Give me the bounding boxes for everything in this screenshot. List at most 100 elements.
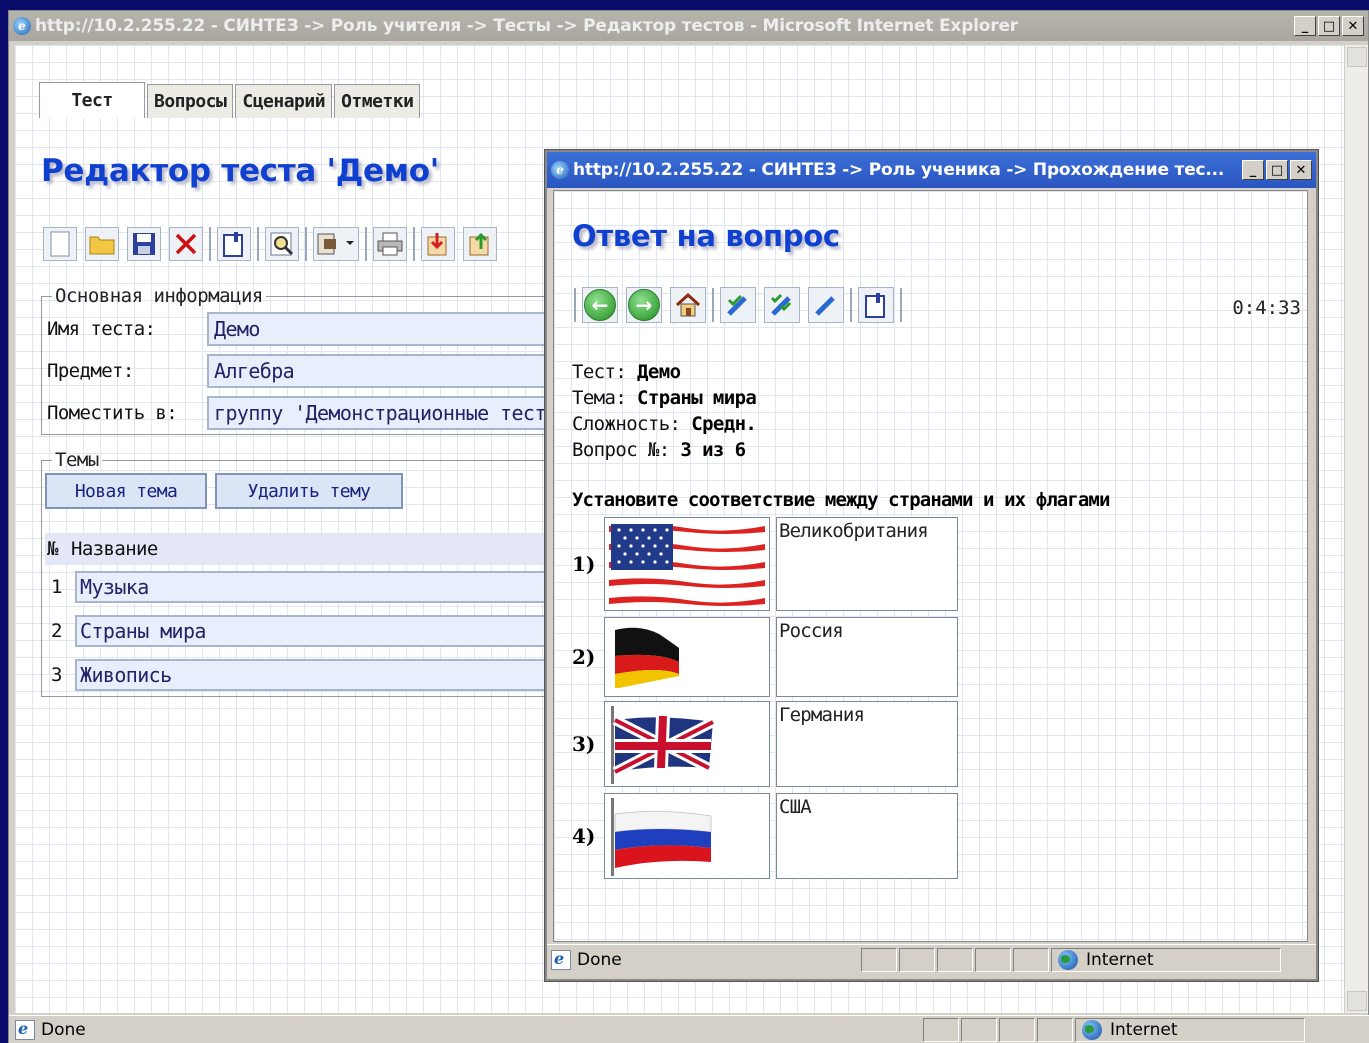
toolbar-separator [257, 227, 259, 261]
place-select[interactable]: группу 'Демонстрационные тест [207, 396, 567, 430]
delete-topic-button[interactable]: Удалить тему [215, 473, 403, 509]
meta-test-value: Демо [637, 361, 681, 383]
answer-cell[interactable]: Германия [776, 701, 958, 787]
meta-question-value: 3 из 6 [680, 439, 746, 461]
subject-select[interactable]: Алгебра [207, 354, 567, 388]
meta-question: Вопрос №: 3 из 6 [572, 439, 746, 461]
meta-difficulty-value: Средн. [691, 413, 757, 435]
match-row: 3) Германия [572, 701, 958, 787]
minimize-button[interactable]: _ [1242, 160, 1264, 180]
table-row: 3 Живопись [45, 659, 555, 691]
answer-cell[interactable]: Великобритания [776, 517, 958, 611]
topic-name-field[interactable]: Музыка [75, 571, 555, 603]
answer-cell[interactable]: США [776, 793, 958, 879]
mark-all-icon[interactable] [764, 287, 800, 323]
topic-name-field[interactable]: Страны мира [75, 615, 555, 647]
place-label: Поместить в: [47, 402, 178, 424]
export-icon[interactable] [313, 227, 359, 261]
print-icon[interactable] [373, 227, 407, 261]
question-text: Установите соответствие между странами и… [572, 489, 1110, 511]
finish-icon[interactable] [808, 287, 844, 323]
globe-icon [1058, 949, 1078, 970]
minimize-button[interactable]: _ [1294, 16, 1316, 36]
scroll-down-button[interactable] [1347, 991, 1367, 1011]
answer-cell[interactable]: Россия [776, 617, 958, 697]
answer-page-title: Ответ на вопрос [572, 219, 840, 253]
toolbar-separator [712, 288, 714, 322]
subject-label: Предмет: [47, 360, 134, 382]
editor-toolbar [43, 227, 505, 261]
meta-test: Тест: Демо [572, 361, 681, 383]
toolbar-separator [305, 227, 307, 261]
maximize-button[interactable]: □ [1266, 160, 1288, 180]
ie-icon: e [13, 17, 31, 35]
meta-question-label: Вопрос №: [572, 439, 670, 461]
outer-status-text: Done [41, 1019, 86, 1040]
status-cell [899, 947, 935, 972]
inner-zone-text: Internet [1086, 949, 1154, 970]
vertical-scrollbar[interactable] [1344, 45, 1368, 1013]
tab-questions[interactable]: Вопросы [147, 84, 234, 118]
germany-flag[interactable] [604, 617, 770, 697]
scroll-up-button[interactable] [1347, 47, 1367, 67]
close-button[interactable]: ✕ [1290, 160, 1312, 180]
new-topic-button[interactable]: Новая тема [45, 473, 207, 509]
status-cell [999, 1017, 1035, 1042]
inner-title-bar[interactable]: e http://10.2.255.22 - СИНТЕЗ -> Роль уч… [547, 152, 1316, 188]
save-icon[interactable] [127, 227, 161, 261]
inner-status-bar: Done Internet [547, 944, 1316, 974]
student-popup-window: e http://10.2.255.22 - СИНТЕЗ -> Роль уч… [545, 150, 1318, 981]
test-name-field[interactable]: Демо [207, 312, 567, 346]
match-row: 2) Россия [572, 617, 958, 697]
close-button[interactable]: ✕ [1342, 16, 1364, 36]
match-number: 4) [572, 824, 596, 848]
home-icon[interactable] [670, 287, 706, 323]
new-icon[interactable] [43, 227, 77, 261]
maximize-button[interactable]: □ [1318, 16, 1340, 36]
properties-icon[interactable] [217, 227, 251, 261]
zone-cell: Internet [1075, 1017, 1305, 1042]
test-name-label: Имя теста: [47, 318, 156, 340]
table-row: 1 Музыка [45, 571, 555, 603]
outer-status-bar: Done Internet [9, 1015, 1369, 1043]
topics-legend: Темы [55, 449, 99, 471]
preview-icon[interactable] [265, 227, 299, 261]
tab-scenario[interactable]: Сценарий [235, 84, 333, 118]
main-info-legend: Основная информация [55, 285, 263, 307]
meta-difficulty: Сложность: Средн. [572, 413, 757, 435]
meta-test-label: Тест: [572, 361, 627, 383]
russia-flag[interactable] [604, 793, 770, 879]
upload-icon[interactable] [463, 227, 497, 261]
toolbar-separator [413, 227, 415, 261]
info-icon[interactable] [858, 287, 894, 323]
status-cell [937, 947, 973, 972]
usa-flag[interactable] [604, 517, 770, 611]
toolbar-separator [209, 227, 211, 261]
place-row: Поместить в: группу 'Демонстрационные те… [47, 396, 567, 430]
mark-icon[interactable] [720, 287, 756, 323]
status-cell [1037, 1017, 1073, 1042]
table-row: 2 Страны мира [45, 615, 555, 647]
uk-flag[interactable] [604, 701, 770, 787]
back-icon[interactable]: ← [582, 287, 618, 323]
page-done-icon [551, 949, 571, 970]
tab-test[interactable]: Тест [39, 82, 145, 118]
timer: 0:4:33 [1232, 297, 1301, 319]
open-folder-icon[interactable] [85, 227, 119, 261]
answer-toolbar: ← → [574, 287, 908, 323]
toolbar-separator [574, 288, 576, 322]
editor-tabs: Тест Вопросы Сценарий Отметки [39, 82, 422, 118]
match-row: 4) США [572, 793, 958, 879]
topic-name-field[interactable]: Живопись [75, 659, 555, 691]
status-cell [961, 1017, 997, 1042]
status-cell [1013, 947, 1049, 972]
delete-icon[interactable] [169, 227, 203, 261]
forward-icon[interactable]: → [626, 287, 662, 323]
status-cell [861, 947, 897, 972]
status-cell [923, 1017, 959, 1042]
status-cell [975, 947, 1011, 972]
zone-cell: Internet [1051, 947, 1281, 972]
import-icon[interactable] [421, 227, 455, 261]
tab-marks[interactable]: Отметки [334, 84, 421, 118]
outer-title-bar[interactable]: e http://10.2.255.22 - СИНТЕЗ -> Роль уч… [9, 11, 1368, 41]
